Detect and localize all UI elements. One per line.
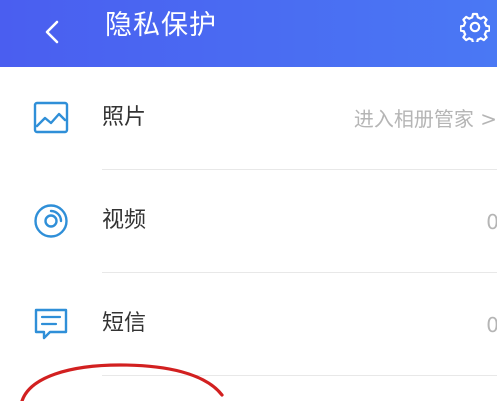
video-icon bbox=[30, 200, 72, 242]
gear-icon bbox=[460, 12, 490, 42]
photo-icon bbox=[30, 97, 72, 139]
message-icon bbox=[30, 303, 72, 345]
list-item-label: 视频 bbox=[102, 208, 147, 233]
page-title: 隐私保护 bbox=[105, 10, 217, 41]
app-header: 隐私保护 bbox=[0, 0, 497, 67]
list-item-value: 进入相册管家 > bbox=[353, 107, 497, 131]
list-item-videos[interactable]: 视频 0 bbox=[0, 170, 497, 272]
list-item-label: 照片 bbox=[102, 105, 147, 130]
list-item-photos[interactable]: 照片 进入相册管家 > bbox=[0, 67, 497, 169]
settings-button[interactable] bbox=[456, 8, 494, 46]
divider bbox=[102, 375, 497, 376]
list-item-messages[interactable]: 短信 0 bbox=[0, 273, 497, 375]
chevron-left-icon bbox=[45, 20, 59, 44]
list-item-value: 0 bbox=[486, 210, 497, 234]
list-item-label: 短信 bbox=[102, 311, 147, 336]
back-button[interactable] bbox=[34, 14, 70, 50]
list-item-value: 0 bbox=[486, 313, 497, 337]
